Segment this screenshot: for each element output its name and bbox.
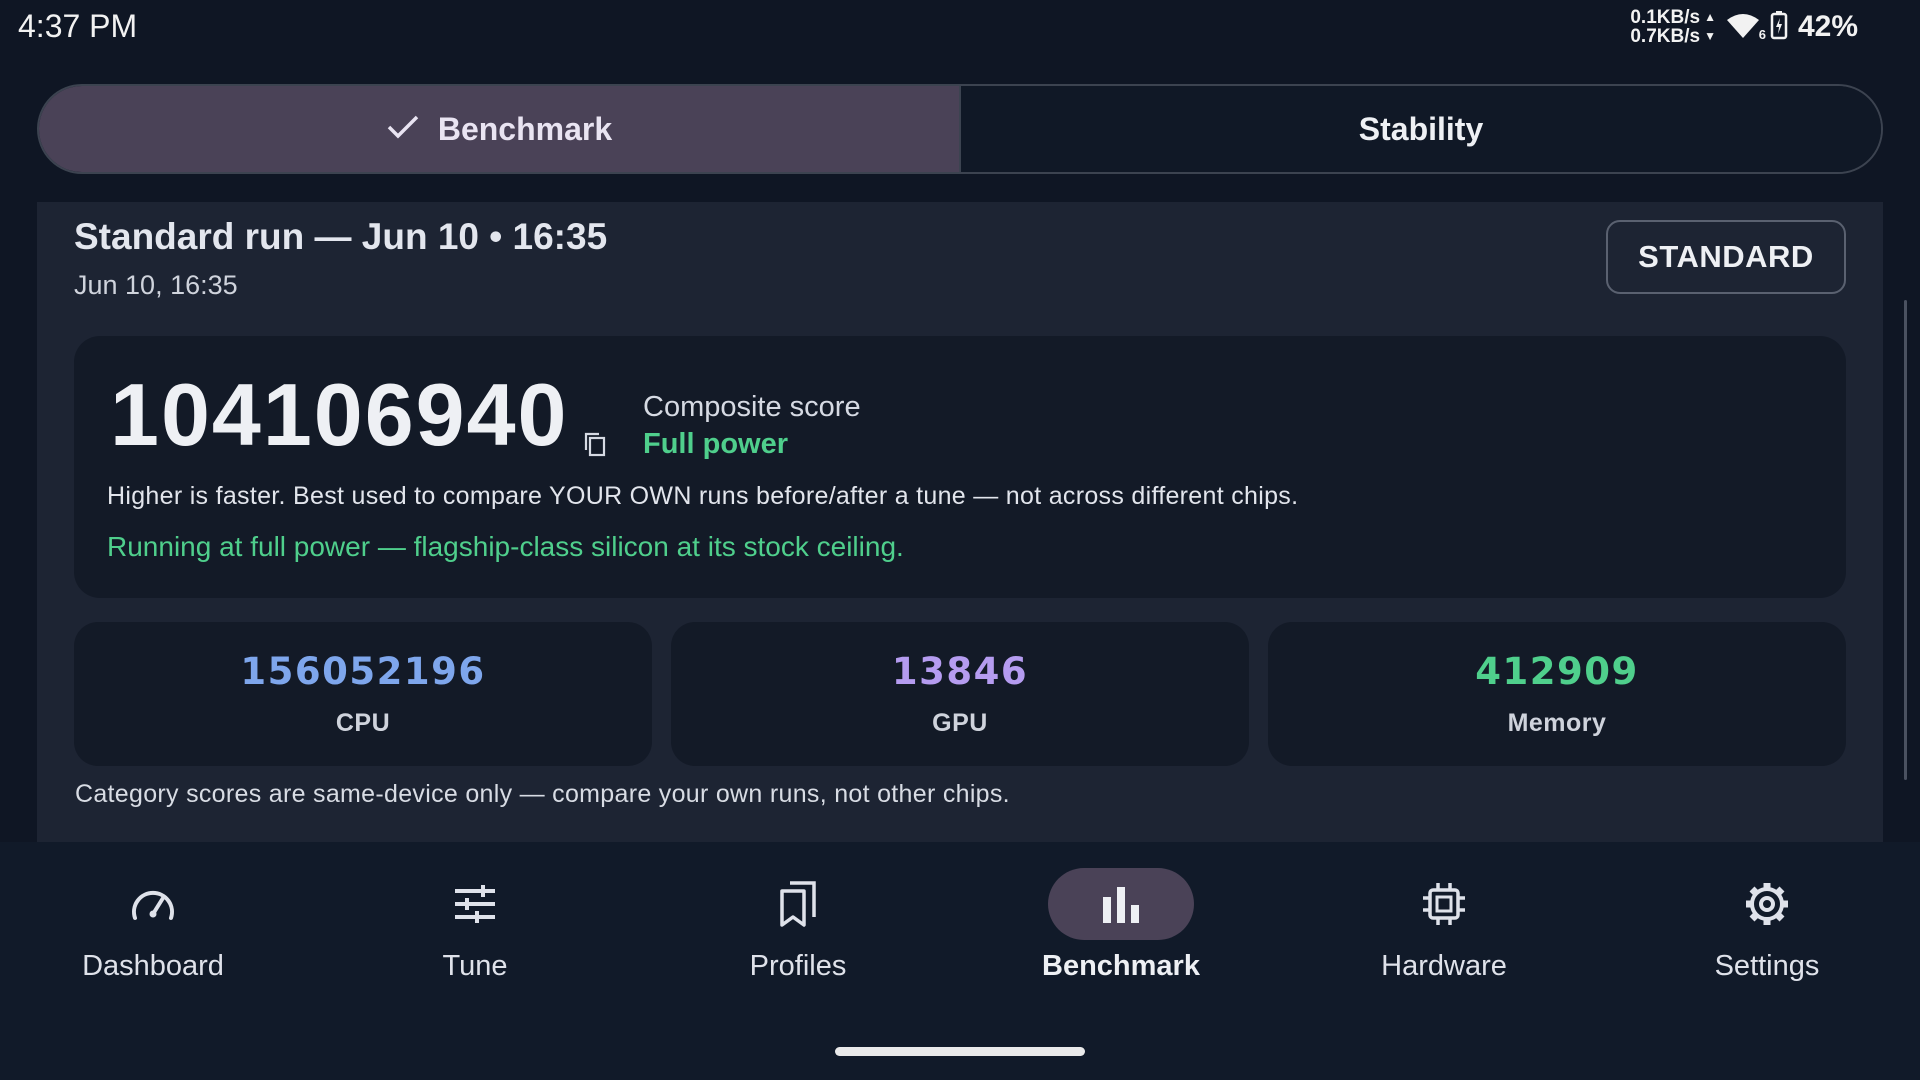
arrow-up-icon: ▲: [1704, 10, 1716, 24]
net-up-speed: 0.1KB/s: [1630, 7, 1701, 28]
memory-score-tile: 412909 Memory: [1268, 622, 1846, 766]
home-indicator[interactable]: [835, 1047, 1085, 1056]
battery-percent: 42%: [1797, 10, 1858, 43]
score-note: Higher is faster. Best used to compare Y…: [107, 482, 1299, 510]
composite-score-value: 104106940: [110, 365, 569, 464]
gpu-score-tile: 13846 GPU: [671, 622, 1249, 766]
net-down-speed: 0.7KB/s: [1630, 26, 1701, 47]
power-status-label: Full power: [643, 428, 788, 460]
check-icon: [386, 111, 420, 148]
power-note: Running at full power — flagship-class s…: [107, 531, 904, 562]
wifi-badge: 6: [1758, 27, 1766, 42]
status-time: 4:37 PM: [18, 8, 138, 44]
nav-label: Tune: [442, 950, 508, 982]
sliders-icon: [402, 868, 548, 940]
cpu-score-tile: 156052196 CPU: [74, 622, 652, 766]
gear-icon: [1694, 868, 1840, 940]
nav-label: Dashboard: [82, 950, 224, 982]
nav-dashboard[interactable]: Dashboard: [43, 868, 263, 983]
gpu-score-value: 13846: [891, 650, 1029, 693]
memory-score-label: Memory: [1507, 709, 1607, 737]
gpu-score-label: GPU: [932, 709, 988, 737]
bottom-navigation: [0, 842, 1920, 1080]
chip-icon: [1371, 868, 1517, 940]
nav-label: Benchmark: [1042, 950, 1200, 982]
wifi-icon: 6: [1726, 12, 1766, 42]
status-icons: 0.1KB/s ▲ 0.7KB/s ▼ 6 42%: [1630, 8, 1858, 46]
battery-icon: [1770, 10, 1788, 45]
composite-score-label: Composite score: [643, 391, 861, 423]
tab-label: Benchmark: [437, 110, 613, 147]
tab-stability[interactable]: Stability: [961, 86, 1881, 172]
nav-settings[interactable]: Settings: [1657, 868, 1877, 983]
nav-label: Settings: [1714, 950, 1820, 982]
mode-tabs: Benchmark Stability: [37, 84, 1883, 174]
nav-hardware[interactable]: Hardware: [1334, 868, 1554, 983]
nav-benchmark[interactable]: Benchmark: [1011, 868, 1231, 983]
nav-tune[interactable]: Tune: [365, 868, 585, 983]
cpu-score-label: CPU: [335, 709, 391, 737]
copy-icon[interactable]: [582, 430, 608, 463]
bar-chart-icon: [1048, 868, 1194, 940]
memory-score-value: 412909: [1475, 650, 1639, 693]
tab-label: Stability: [1358, 110, 1484, 147]
bookmarks-icon: [725, 868, 871, 940]
category-note: Category scores are same-device only — c…: [75, 780, 1010, 808]
speedometer-icon: [80, 868, 226, 940]
tab-benchmark[interactable]: Benchmark: [39, 86, 961, 172]
standard-mode-button[interactable]: STANDARD: [1606, 220, 1846, 294]
nav-profiles[interactable]: Profiles: [688, 868, 908, 983]
network-speed: 0.1KB/s ▲ 0.7KB/s ▼: [1630, 8, 1716, 46]
run-title: Standard run — Jun 10 • 16:35: [74, 216, 608, 257]
run-subtitle: Jun 10, 16:35: [74, 270, 238, 300]
arrow-down-icon: ▼: [1704, 29, 1716, 43]
nav-label: Profiles: [749, 950, 847, 982]
scrollbar[interactable]: [1904, 300, 1907, 780]
nav-label: Hardware: [1381, 950, 1507, 982]
cpu-score-value: 156052196: [240, 650, 486, 693]
